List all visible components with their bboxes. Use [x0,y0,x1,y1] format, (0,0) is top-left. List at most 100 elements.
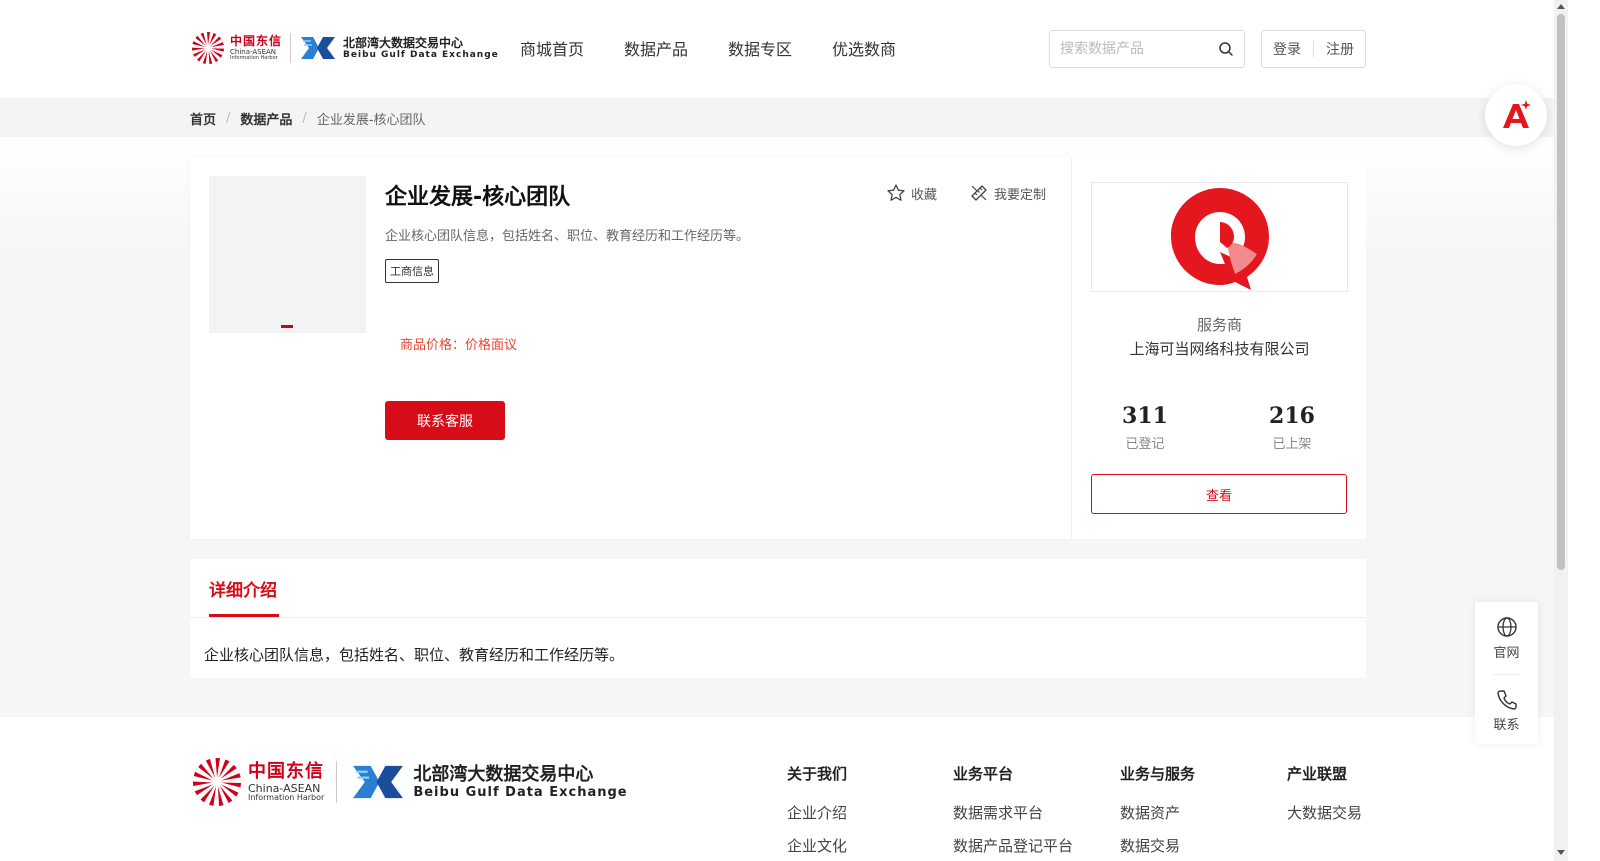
footer-col-platform: 业务平台 数据需求平台 数据产品登记平台 [953,763,1073,856]
main-nav: 商城首页 数据产品 数据专区 优选数商 [520,36,936,60]
product-price: 商品价格：价格面议 [400,334,517,353]
side-website-button[interactable]: 官网 [1475,616,1538,661]
footer-link[interactable]: 数据需求平台 [953,802,1073,823]
auth-divider [1313,41,1314,57]
ai-assistant-button[interactable] [1485,84,1547,146]
nav-data-zone[interactable]: 数据专区 [728,36,792,60]
china-asean-wordmark: 中国东信 China-ASEAN Information Harbor [248,760,325,802]
product-title: 企业发展-核心团队 [385,185,571,210]
beibu-gulf-wordmark: 北部湾大数据交易中心 Beibu Gulf Data Exchange [413,763,628,800]
register-link[interactable]: 注册 [1326,39,1354,59]
footer-link[interactable]: 企业介绍 [787,802,847,823]
scrollbar-thumb[interactable] [1557,14,1565,570]
customize-button[interactable]: 我要定制 [969,183,1046,203]
price-label: 商品价格： [400,338,466,353]
detail-text: 企业核心团队信息，包括姓名、职位、教育经历和工作经历等。 [204,646,625,664]
china-asean-wordmark: 中国东信 China-ASEAN Information Harbor [230,35,282,61]
logo-divider [290,33,292,63]
site-footer: 中国东信 China-ASEAN Information Harbor 北部湾大… [0,717,1554,861]
logo-cn-sub: Information Harbor [230,55,278,61]
search-icon[interactable] [1218,41,1234,57]
logo-bx-name: 北部湾大数据交易中心 [413,763,594,785]
logo-bx-en: Beibu Gulf Data Exchange [343,49,499,60]
footer-col-title: 关于我们 [787,765,848,783]
breadcrumb: 首页 / 数据产品 / 企业发展-核心团队 [190,109,426,128]
site-header: 中国东信 China-ASEAN Information Harbor 北部湾大… [0,0,1554,98]
logo-cn-sub: Information Harbor [248,792,325,802]
side-website-label: 官网 [1493,646,1520,661]
customize-label: 我要定制 [994,187,1047,203]
search-input[interactable] [1060,41,1210,57]
scroll-up-arrow-icon[interactable] [1557,4,1565,9]
stat-registered-label: 已登记 [1125,437,1165,452]
product-image [209,176,366,333]
product-description: 企业核心团队信息，包括姓名、职位、教育经历和工作经历等。 [385,229,750,244]
footer-link[interactable]: 大数据交易 [1287,802,1362,823]
search-box [1049,30,1245,68]
nav-home[interactable]: 商城首页 [520,36,584,60]
tab-divider [190,617,1366,618]
favorite-label: 收藏 [911,187,938,203]
beibu-gulf-wordmark: 北部湾大数据交易中心 Beibu Gulf Data Exchange [343,37,499,60]
footer-link[interactable]: 企业文化 [787,835,847,856]
scroll-down-arrow-icon[interactable] [1557,850,1565,855]
product-card: 企业发展-核心团队 收藏 我要定制 企业核心团队信息，包括姓名、职位、教育经历和… [190,157,1071,539]
side-quick-panel: 官网 联系 [1475,602,1538,744]
footer-col-title: 业务平台 [953,765,1014,783]
image-carousel-indicator[interactable] [281,325,293,328]
ai-assistant-icon [1503,100,1531,128]
stat-registered-value: 311 [1122,403,1168,429]
nav-data-products[interactable]: 数据产品 [624,36,688,60]
price-value: 价格面议 [465,338,518,353]
nav-preferred-merchants[interactable]: 优选数商 [832,36,896,60]
beibu-gulf-x-icon [353,765,404,799]
breadcrumb-category[interactable]: 数据产品 [240,109,292,128]
breadcrumb-home[interactable]: 首页 [190,109,216,128]
page-scrollbar[interactable] [1554,0,1568,861]
auth-box: 登录 注册 [1261,30,1366,68]
footer-col-title: 产业联盟 [1287,765,1348,783]
side-contact-button[interactable]: 联系 [1475,688,1538,733]
provider-name: 上海可当网络科技有限公司 [1129,340,1310,358]
stat-listed-label: 已上架 [1272,437,1312,452]
globe-icon [1496,617,1517,637]
logo-bx-en: Beibu Gulf Data Exchange [413,784,628,800]
footer-col-alliance: 产业联盟 大数据交易 [1287,763,1362,823]
breadcrumb-bar: 首页 / 数据产品 / 企业发展-核心团队 [0,98,1554,137]
stat-listed: 216 已上架 [1242,403,1342,452]
footer-link[interactable]: 数据产品登记平台 [953,835,1073,856]
side-divider [1493,674,1520,675]
favorite-button[interactable]: 收藏 [886,183,937,203]
footer-logo[interactable]: 中国东信 China-ASEAN Information Harbor 北部湾大… [190,755,628,809]
stat-registered: 311 已登记 [1095,403,1195,452]
footer-link[interactable]: 数据资产 [1120,802,1195,823]
phone-icon [1496,690,1517,710]
provider-card: 服务商 上海可当网络科技有限公司 311 已登记 216 已上架 查看 [1071,157,1366,539]
logo-cn-name: 中国东信 [230,34,283,48]
provider-label: 服务商 [1196,316,1242,334]
login-link[interactable]: 登录 [1273,39,1301,59]
china-asean-flower-icon [192,758,242,807]
footer-col-about: 关于我们 企业介绍 企业文化 [787,763,847,856]
contact-service-button[interactable]: 联系客服 [385,401,505,440]
breadcrumb-separator: / [302,111,307,126]
china-asean-flower-icon [191,32,225,65]
logo-divider [336,761,338,803]
view-provider-button[interactable]: 查看 [1091,474,1347,514]
provider-logo [1091,182,1348,292]
product-actions: 收藏 我要定制 [886,183,1046,203]
footer-link[interactable]: 数据交易 [1120,835,1195,856]
logo-bx-name: 北部湾大数据交易中心 [343,35,464,50]
stat-listed-value: 216 [1269,403,1315,429]
category-tag: 工商信息 [385,259,439,283]
logo-cn-name: 中国东信 [248,760,324,782]
site-logo[interactable]: 中国东信 China-ASEAN Information Harbor 北部湾大… [190,30,499,66]
footer-col-services: 业务与服务 数据资产 数据交易 [1120,763,1195,856]
logo-cn-en: China-ASEAN [248,781,321,795]
beibu-gulf-x-icon [301,37,336,59]
detail-section: 详细介绍 企业核心团队信息，包括姓名、职位、教育经历和工作经历等。 [190,559,1366,678]
tab-detail-intro[interactable]: 详细介绍 [209,576,277,601]
side-contact-label: 联系 [1493,718,1520,733]
provider-logo-icon [1170,188,1269,290]
star-icon [887,184,905,201]
